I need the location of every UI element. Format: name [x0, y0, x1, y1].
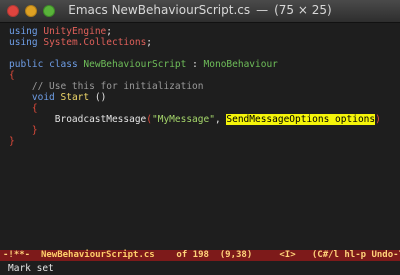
- brace-token: }: [9, 136, 15, 147]
- emacs-window: Emacs NewBehaviourScript.cs — (75 × 25) us…: [0, 0, 400, 275]
- code-line-7: void Start (): [0, 92, 400, 103]
- code-line-8: {: [0, 103, 400, 114]
- modeline-position: of 198 (9,38) <I> (C#/l hl-p Undo-Tree: [154, 250, 400, 260]
- brace-token: {: [9, 70, 15, 81]
- punct-token: ,: [214, 114, 227, 125]
- window-title-separator: —: [256, 3, 269, 17]
- code-line-9: BroadcastMessage("MyMessage", SendMessag…: [0, 114, 400, 125]
- code-line-6: // Use this for initialization: [0, 81, 400, 92]
- punct-token: :: [186, 59, 204, 70]
- window-title-file: Emacs NewBehaviourScript.cs: [68, 3, 251, 17]
- paren-token: ): [375, 114, 381, 125]
- window-title-size: (75 × 25): [274, 3, 332, 17]
- code-line-1: using UnityEngine;: [0, 26, 400, 37]
- code-line-2: using System.Collections;: [0, 37, 400, 48]
- punct-token: (): [89, 92, 107, 103]
- base-class-token: MonoBehaviour: [203, 59, 278, 70]
- code-editor[interactable]: using UnityEngine; using System.Collecti…: [0, 23, 400, 248]
- keyword-token: using: [9, 37, 38, 48]
- keyword-token: using: [9, 26, 38, 37]
- mode-line[interactable]: -!**- NewBehaviourScript.cs of 198 (9,38…: [0, 250, 400, 261]
- comment-token: // Use this for initialization: [31, 81, 204, 92]
- highlighted-selection[interactable]: SendMessageOptions options: [226, 114, 376, 125]
- namespace-token: System.Collections: [43, 37, 147, 48]
- brace-token: {: [31, 103, 38, 114]
- punct-token: ;: [146, 37, 153, 48]
- function-call-token: BroadcastMessage: [54, 114, 147, 125]
- keyword-token: void: [31, 92, 55, 103]
- punct-token: ;: [106, 26, 112, 37]
- keyword-token: public: [9, 59, 44, 70]
- minibuffer-message: Mark set: [8, 263, 54, 274]
- code-line-11: }: [0, 136, 400, 147]
- window-title: Emacs NewBehaviourScript.cs — (75 × 25): [0, 3, 400, 17]
- namespace-token: UnityEngine: [43, 26, 107, 37]
- brace-token: }: [31, 125, 38, 136]
- string-token: "MyMessage": [152, 114, 215, 125]
- modeline-buffer-name[interactable]: NewBehaviourScript.cs: [41, 250, 155, 260]
- code-line-10: }: [0, 125, 400, 136]
- code-line-4: public class NewBehaviourScript : MonoBe…: [0, 59, 400, 70]
- minibuffer[interactable]: Mark set: [0, 262, 400, 275]
- function-name-token: Start: [60, 92, 90, 103]
- class-name-token: NewBehaviourScript: [83, 59, 187, 70]
- keyword-token: class: [49, 59, 78, 70]
- modeline-status: -!**-: [3, 250, 41, 260]
- code-line-5: {: [0, 70, 400, 81]
- title-bar[interactable]: Emacs NewBehaviourScript.cs — (75 × 25): [0, 0, 400, 23]
